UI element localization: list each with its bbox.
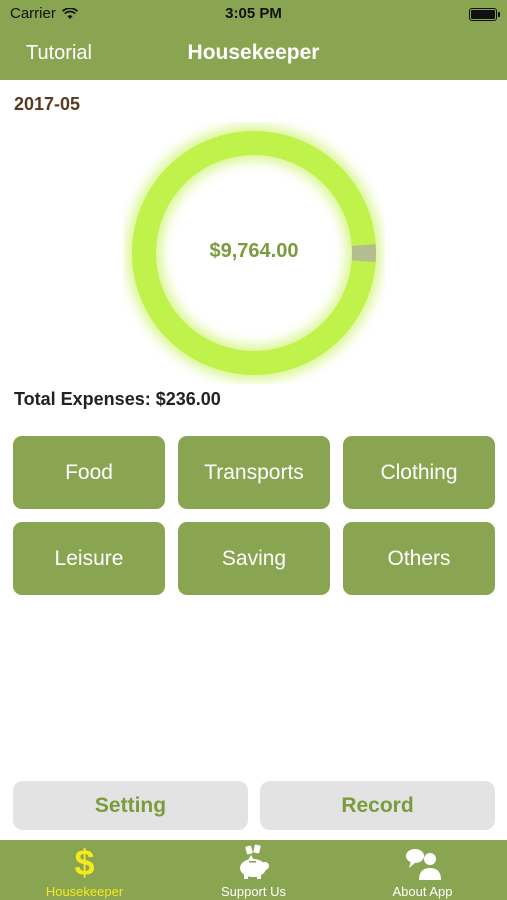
status-bar: Carrier 3:05 PM [0,0,507,28]
category-transports-button[interactable]: Transports [178,436,330,509]
category-grid: Food Transports Clothing Leisure Saving … [13,436,495,595]
tab-label: About App [392,884,453,899]
category-clothing-button[interactable]: Clothing [343,436,495,509]
balance-amount: $9,764.00 [209,240,299,262]
record-button[interactable]: Record [260,781,495,830]
people-chat-icon [338,844,507,882]
tab-about-app[interactable]: About App [338,840,507,900]
category-saving-button[interactable]: Saving [178,522,330,595]
tab-label: Housekeeper [45,884,124,899]
tab-bar: $ Housekeeper Support Us About App [0,840,507,900]
tab-support-us[interactable]: Support Us [169,840,338,900]
battery-icon [469,8,500,21]
dollar-icon: $ [74,842,95,883]
page-title: Housekeeper [187,41,320,64]
month-label: 2017-05 [14,94,81,114]
category-others-button[interactable]: Others [343,522,495,595]
navigation-bar: Tutorial Housekeeper [0,28,507,80]
tab-label: Support Us [220,884,287,899]
piggy-bank-icon [169,844,338,882]
budget-ring: $9,764.00 [123,122,385,384]
setting-button[interactable]: Setting [13,781,248,830]
category-leisure-button[interactable]: Leisure [13,522,165,595]
status-time: 3:05 PM [225,5,282,22]
total-expenses: Total Expenses: $236.00 [14,389,221,409]
tab-housekeeper[interactable]: $ Housekeeper [0,840,169,900]
category-food-button[interactable]: Food [13,436,165,509]
